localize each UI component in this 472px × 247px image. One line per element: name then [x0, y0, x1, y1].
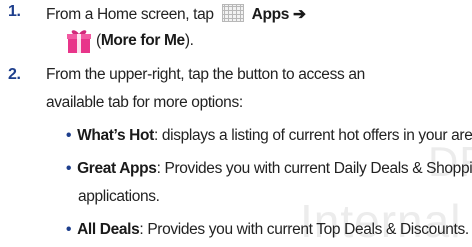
- step-1-number: 1.: [8, 3, 21, 20]
- apps-grid-icon: [221, 4, 244, 22]
- apps-label: Apps: [251, 6, 290, 23]
- step-2-number: 2.: [8, 66, 21, 83]
- bullet-whats-hot: • What’s Hot: displays a listing of curre…: [66, 128, 472, 144]
- arrow-icon: ➔: [292, 6, 306, 23]
- bullet-text: : displays a listing of current hot offe…: [153, 127, 472, 144]
- bullet-great-apps: • Great Apps: Provides you with current D…: [66, 161, 472, 177]
- bullet-title: Great Apps: [77, 160, 157, 177]
- bullet-text: : Provides you with current Daily Deals …: [156, 160, 472, 177]
- bullet-all-deals: • All Deals: Provides you with current To…: [66, 221, 469, 238]
- step-1-line-1: From a Home screen, tap Apps ➔: [46, 4, 306, 23]
- step-1-text: From a Home screen, tap: [46, 6, 214, 23]
- step-2-line-1: From the upper-right, tap the button to …: [46, 66, 365, 83]
- gift-icon: [67, 30, 91, 53]
- bullet-text: : Provides you with current Top Deals & …: [139, 221, 469, 238]
- step-2-line-2: available tab for more options:: [46, 94, 243, 111]
- step-1-line-2: (More for Me).: [96, 32, 194, 49]
- bullet-great-apps-continued: applications.: [78, 188, 160, 205]
- bullet-title: What’s Hot: [77, 127, 154, 144]
- more-for-me-label: More for Me: [100, 32, 185, 49]
- bullet-title: All Deals: [77, 221, 140, 238]
